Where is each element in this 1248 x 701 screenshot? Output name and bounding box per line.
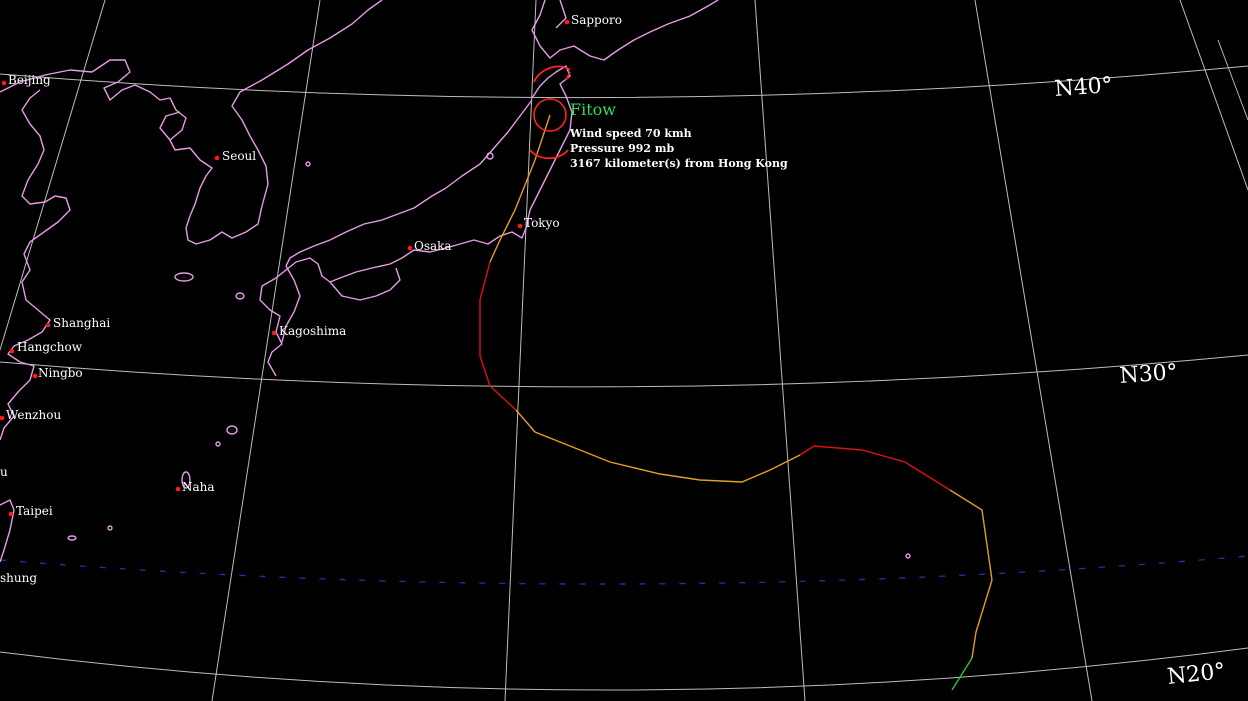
city-marker: [407, 245, 413, 251]
city-label: Kagoshima: [279, 324, 346, 338]
storm-name: Fitow: [570, 100, 616, 119]
city-ningbo: Ningbo: [32, 366, 83, 380]
city-marker: [175, 486, 181, 492]
city-label: Sapporo: [571, 13, 622, 27]
city-sapporo: Sapporo: [564, 13, 622, 27]
storm-distance: 3167 kilometer(s) from Hong Kong: [570, 157, 788, 170]
city-shanghai: Shanghai: [45, 316, 110, 330]
city-label: Shanghai: [53, 316, 110, 330]
latitude-label-40: N40°: [1054, 73, 1114, 102]
city-taipei: Taipei: [8, 504, 53, 518]
city-label: shung: [0, 571, 37, 585]
storm-pressure: Pressure 992 mb: [570, 142, 675, 155]
city-marker: [271, 330, 277, 336]
city-marker: [8, 511, 14, 517]
city-kagoshima: Kagoshima: [271, 324, 346, 338]
city-beijing: Beijing: [1, 73, 51, 87]
city-label: Beijing: [8, 73, 51, 87]
city-hangchow: Hangchow: [9, 340, 83, 354]
city-naha: Naha: [175, 480, 215, 494]
city-marker: [45, 322, 51, 328]
city-marker: [1, 80, 7, 86]
city-partial-kaohsiung: shung: [0, 571, 37, 585]
city-label: Tokyo: [524, 216, 560, 230]
city-wenzhou: Wenzhou: [0, 408, 61, 422]
city-label: Ningbo: [38, 366, 83, 380]
city-label: u: [0, 465, 8, 479]
city-tokyo: Tokyo: [517, 216, 560, 230]
city-marker: [32, 373, 38, 379]
city-label: Seoul: [222, 149, 256, 163]
map-background: [0, 0, 1248, 701]
city-label: Wenzhou: [6, 408, 61, 422]
typhoon-track-map: Fitow Wind speed 70 kmh Pressure 992 mb …: [0, 0, 1248, 701]
city-label: Hangchow: [17, 340, 83, 354]
city-label: Taipei: [16, 504, 53, 518]
storm-wind-speed: Wind speed 70 kmh: [569, 127, 692, 140]
city-label: Osaka: [414, 239, 452, 253]
city-marker: [564, 19, 570, 25]
city-label: Naha: [182, 480, 215, 494]
city-marker: [214, 155, 220, 161]
city-marker: [517, 223, 523, 229]
city-partial-fuzhou: u: [0, 465, 8, 479]
city-marker: [9, 348, 15, 354]
city-osaka: Osaka: [407, 239, 452, 253]
latitude-label-30: N30°: [1119, 360, 1179, 389]
